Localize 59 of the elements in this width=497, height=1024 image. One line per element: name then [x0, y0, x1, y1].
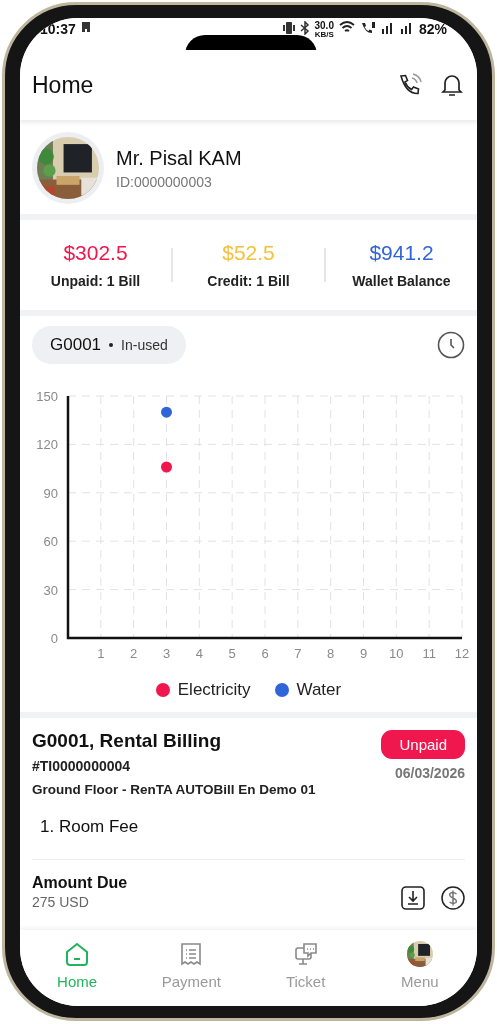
- legend-label: Water: [296, 680, 342, 700]
- bill-date: 06/03/2026: [394, 765, 465, 781]
- amount-label: Amount Due: [32, 874, 128, 892]
- bill-location: Ground Floor - RenTA AUTOBill En Demo 01: [32, 782, 316, 797]
- battery-level: 82%: [418, 21, 447, 37]
- data-point: [161, 461, 172, 473]
- bluetooth-icon: [299, 21, 310, 35]
- network-speed: 30.0 KB/S: [314, 21, 334, 39]
- y-tick-label: 150: [36, 389, 58, 404]
- amount-value: 275 USD: [32, 894, 90, 910]
- status-badge: Unpaid: [381, 730, 465, 759]
- x-tick-label: 9: [359, 646, 368, 661]
- balance-label: Credit: 1 Bill: [207, 273, 290, 289]
- room-chip[interactable]: G0001 In-used: [32, 326, 186, 364]
- y-tick-label: 120: [36, 437, 58, 453]
- y-tick-label: 0: [50, 631, 58, 646]
- x-tick-label: 6: [261, 646, 269, 661]
- x-tick-label: 12: [454, 646, 470, 661]
- balance-amount: $302.5: [63, 241, 128, 265]
- bill-item: 1. Room Fee: [32, 797, 465, 860]
- y-tick-label: 60: [43, 534, 58, 550]
- balance-amount: $941.2: [369, 241, 434, 265]
- x-tick-label: 1: [97, 646, 105, 661]
- vibrate-icon: [282, 21, 295, 35]
- nav-tab[interactable]: Home: [20, 930, 135, 1000]
- x-tick-label: 8: [327, 646, 335, 661]
- balance-label: Wallet Balance: [352, 273, 451, 289]
- balance-label: Unpaid: 1 Bill: [50, 273, 141, 289]
- data-point: [161, 406, 172, 418]
- x-tick-label: 3: [162, 646, 171, 661]
- nav-tab[interactable]: Menu: [362, 930, 477, 1000]
- x-tick-label: 4: [195, 646, 203, 661]
- signal-icon: [380, 21, 395, 34]
- signal-icon: [399, 21, 414, 34]
- user-name: Mr. Pisal KAM: [116, 146, 242, 170]
- x-tick-label: 2: [130, 646, 138, 661]
- x-tick-label: 10: [389, 646, 404, 661]
- y-tick-label: 30: [43, 582, 58, 598]
- dollar-icon[interactable]: [441, 886, 465, 910]
- legend-label: Electricity: [177, 680, 251, 700]
- nav-tab[interactable]: Ticket: [248, 930, 363, 1000]
- balance-amount: $52.5: [222, 241, 275, 265]
- wifi-icon: [338, 21, 355, 34]
- bill-title: G0001, Rental Billing: [32, 730, 222, 752]
- bill-number: #TI0000000004: [32, 758, 132, 774]
- user-id: ID:0000000003: [116, 173, 213, 190]
- bell-icon[interactable]: [441, 73, 463, 97]
- sim-icon: [80, 21, 91, 33]
- x-tick-label: 5: [228, 646, 236, 661]
- clock-icon[interactable]: [437, 331, 465, 359]
- y-tick-label: 90: [43, 485, 58, 501]
- nav-tab[interactable]: Payment: [134, 930, 249, 1000]
- page-title: Home: [32, 71, 95, 99]
- chat-monitor-icon: [292, 940, 319, 967]
- x-tick-label: 7: [294, 646, 302, 661]
- download-icon[interactable]: [401, 886, 425, 910]
- home-icon: [64, 940, 91, 967]
- call-icon: [359, 21, 376, 35]
- x-tick-label: 11: [422, 646, 436, 661]
